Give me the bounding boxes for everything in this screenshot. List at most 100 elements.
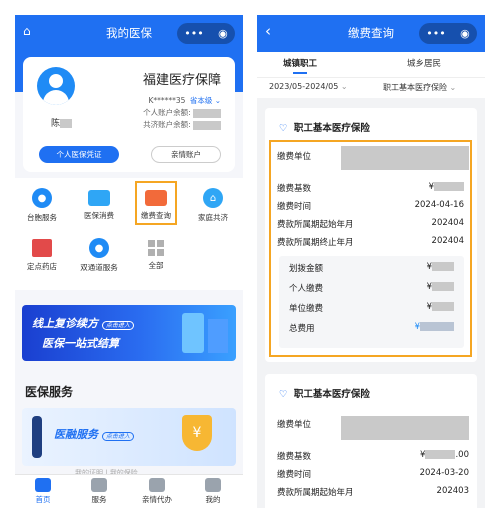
bottom-tab-bar: 首页 服务 亲情代办 我的 xyxy=(15,474,243,508)
home-icon: ⌂ xyxy=(203,188,223,208)
payment-query-screen: ‹ 缴费查询 ••• ◉ 城镇职工 城乡居民 2023/05-2024/05 ⌄… xyxy=(257,15,485,508)
transfer-label: 划拨金额 xyxy=(289,264,324,274)
insurer-name: 福建医疗保障 xyxy=(142,73,221,88)
medical-finance-banner[interactable]: 医融服务 点击进入 ¥ xyxy=(22,408,236,466)
unit-value-masked xyxy=(341,146,469,170)
more-icon[interactable]: ••• xyxy=(184,28,203,39)
banner-line1: 线上复诊续方 点击进入 xyxy=(32,315,134,331)
section-title: 医保服务 xyxy=(25,385,74,399)
card-icon xyxy=(88,190,110,206)
grid-insurance-consumption[interactable]: 医保消费 xyxy=(72,188,126,221)
transfer-value: ¥ xyxy=(427,262,454,272)
personal-voucher-button[interactable]: 个人医保凭证 xyxy=(39,146,119,163)
personal-value: ¥ xyxy=(427,282,454,292)
mini-program-capsule[interactable]: ••• ◉ xyxy=(419,23,477,44)
base-value: ¥ .00 xyxy=(420,450,469,460)
time-label: 缴费时间 xyxy=(277,202,312,212)
amount-breakdown: 划拨金额 ¥ 个人缴费 ¥ 单位缴费 ¥ 总费用 ¥ xyxy=(279,256,464,348)
grid-all[interactable]: 全部 xyxy=(129,238,183,271)
start-value: 202404 xyxy=(431,218,464,228)
grid-icon xyxy=(148,240,164,256)
heart-shield-icon: ♡ xyxy=(279,123,288,134)
base-value: ¥ xyxy=(429,182,464,192)
tab-profile[interactable]: 我的 xyxy=(193,478,233,505)
user-name: 陈 xyxy=(51,116,73,129)
banner2-title: 医融服务 点击进入 xyxy=(54,426,134,442)
online-revisit-banner[interactable]: 线上复诊续方 点击进入 医保一站式结算 xyxy=(22,305,236,361)
banner-line2: 医保一站式结算 xyxy=(42,337,119,350)
close-miniprogram-icon[interactable]: ◉ xyxy=(218,28,228,39)
period-filter[interactable]: 2023/05-2024/05 ⌄ xyxy=(269,82,348,91)
base-label: 缴费基数 xyxy=(277,184,312,194)
record-highlight-box: 缴费单位 缴费基数 ¥ 缴费时间 2024-04-16 费款所属期起始年月 20… xyxy=(269,140,472,357)
insurance-type-filter[interactable]: 职工基本医疗保险 ⌄ xyxy=(383,82,456,93)
active-tab-indicator xyxy=(293,72,307,74)
grid-dual-channel-service[interactable]: ● 双通道服务 xyxy=(72,238,126,273)
yuan-shield-icon: ¥ xyxy=(182,415,212,451)
family-tab-icon xyxy=(149,478,165,492)
service-tab-icon xyxy=(91,478,107,492)
close-miniprogram-icon[interactable]: ◉ xyxy=(460,28,470,39)
phone-illustration xyxy=(182,313,204,353)
grid-payment-query[interactable]: 缴费查询 xyxy=(129,188,183,221)
medical-insurance-home-screen: ⌂ 我的医保 ••• ◉ 福建医疗保障 K******35 省本级 ⌄ 个人账户… xyxy=(15,15,243,508)
pharmacy-icon xyxy=(32,239,52,257)
grid-designated-pharmacy[interactable]: 定点药店 xyxy=(15,238,69,272)
account-id: K******35 xyxy=(148,96,186,105)
start-label: 费款所属期起始年月 xyxy=(277,488,354,498)
insurance-type-tabs: 城镇职工 城乡居民 xyxy=(257,52,485,77)
start-label: 费款所属期起始年月 xyxy=(277,220,354,230)
base-label: 缴费基数 xyxy=(277,452,312,462)
tab-home[interactable]: 首页 xyxy=(23,478,63,505)
payment-record-card: ♡ 职工基本医疗保险 缴费单位 缴费基数 ¥ .00 缴费时间 2024-03-2… xyxy=(265,374,477,508)
taiwan-service-icon: ● xyxy=(32,188,52,208)
heart-shield-icon: ♡ xyxy=(279,389,288,400)
mini-program-capsule[interactable]: ••• ◉ xyxy=(177,23,235,44)
payment-record-card: ♡ 职工基本医疗保险 缴费单位 缴费基数 ¥ 缴费时间 2024-04-16 费… xyxy=(265,108,477,362)
tab-urban-resident[interactable]: 城乡居民 xyxy=(407,57,441,69)
time-value: 2024-04-16 xyxy=(414,200,464,210)
balance-shared: 共济账户余额: xyxy=(143,119,221,130)
unit-value-masked xyxy=(341,416,469,440)
company-label: 单位缴费 xyxy=(289,304,324,314)
person-illustration xyxy=(32,416,42,458)
profile-tab-icon xyxy=(205,478,221,492)
avatar[interactable] xyxy=(37,67,75,105)
banner2-tag: 点击进入 xyxy=(101,432,134,441)
unit-label: 缴费单位 xyxy=(277,420,312,430)
account-card: 福建医疗保障 K******35 省本级 ⌄ 个人账户余额: 共济账户余额: 陈… xyxy=(23,57,235,172)
query-header: ‹ 缴费查询 ••• ◉ xyxy=(257,15,485,52)
tab-urban-employee[interactable]: 城镇职工 xyxy=(283,57,317,74)
total-label: 总费用 xyxy=(289,324,315,334)
tab-service[interactable]: 服务 xyxy=(79,478,119,505)
personal-label: 个人缴费 xyxy=(289,284,324,294)
more-icon[interactable]: ••• xyxy=(426,28,445,39)
building-illustration xyxy=(208,319,228,353)
grid-taiwan-service[interactable]: ● 台胞服务 xyxy=(15,188,69,223)
home-tab-icon xyxy=(35,478,51,492)
family-account-button[interactable]: 亲情账户 xyxy=(151,146,221,163)
wallet-icon xyxy=(145,190,167,206)
time-value: 2024-03-20 xyxy=(419,468,469,478)
total-value: ¥ xyxy=(415,322,454,332)
record-title-row: ♡ 职工基本医疗保险 xyxy=(279,123,370,134)
start-value: 202403 xyxy=(436,486,469,496)
tab-family-proxy[interactable]: 亲情代办 xyxy=(137,478,177,505)
home-header: ⌂ 我的医保 ••• ◉ xyxy=(15,15,243,52)
chevron-down-icon: ⌄ xyxy=(340,82,348,91)
record-title-row: ♡ 职工基本医疗保险 xyxy=(279,389,370,400)
time-label: 缴费时间 xyxy=(277,470,312,480)
balance-personal: 个人账户余额: xyxy=(143,107,221,118)
company-value: ¥ xyxy=(427,302,454,312)
banner-tag: 点击进入 xyxy=(101,321,134,330)
end-label: 费款所属期终止年月 xyxy=(277,238,354,248)
filter-bar: 2023/05-2024/05 ⌄ 职工基本医疗保险 ⌄ xyxy=(257,77,485,98)
grid-family-mutual-aid[interactable]: ⌂ 家庭共济 xyxy=(186,188,240,223)
dual-channel-icon: ● xyxy=(89,238,109,258)
level-label[interactable]: 省本级 xyxy=(190,96,213,105)
service-grid: ● 台胞服务 医保消费 缴费查询 ⌂ 家庭共济 定点药店 ● 双通道服务 全部 xyxy=(15,178,243,290)
chevron-down-icon: ⌄ xyxy=(449,83,457,92)
account-line: K******35 省本级 ⌄ xyxy=(148,96,221,105)
unit-label: 缴费单位 xyxy=(277,152,312,162)
end-value: 202404 xyxy=(431,236,464,246)
